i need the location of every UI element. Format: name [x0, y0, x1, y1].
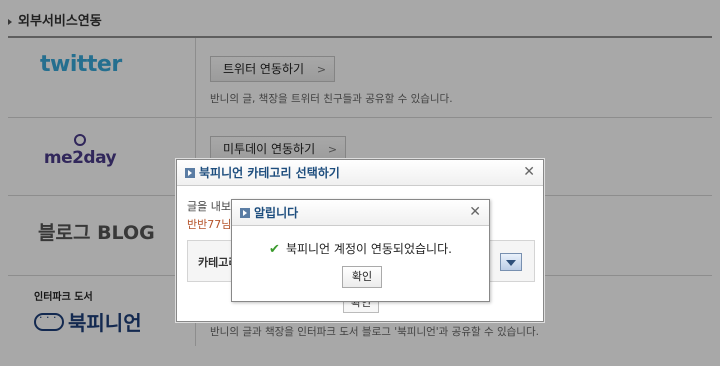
- category-select-dropdown[interactable]: [500, 253, 522, 271]
- alert-message: 북피니언 계정이 연동되었습니다.: [285, 242, 452, 256]
- play-icon: [240, 208, 250, 218]
- dialog-title: 북피니언 카테고리 선택하기: [199, 166, 340, 180]
- ok-button[interactable]: 확인: [342, 266, 382, 288]
- dialog-title-bar: 알립니다: [232, 200, 489, 226]
- checkmark-icon: ✔: [269, 242, 280, 257]
- alert-dialog: 알립니다 ✕ ✔ 북피니언 계정이 연동되었습니다. 확인: [231, 199, 490, 302]
- alert-message-row: ✔ 북피니언 계정이 연동되었습니다.: [232, 240, 489, 257]
- play-icon: [185, 168, 195, 178]
- close-icon[interactable]: ✕: [523, 164, 535, 180]
- dialog-title-bar: 북피니언 카테고리 선택하기: [177, 160, 543, 186]
- dialog-title: 알립니다: [254, 206, 299, 220]
- close-icon[interactable]: ✕: [469, 204, 481, 220]
